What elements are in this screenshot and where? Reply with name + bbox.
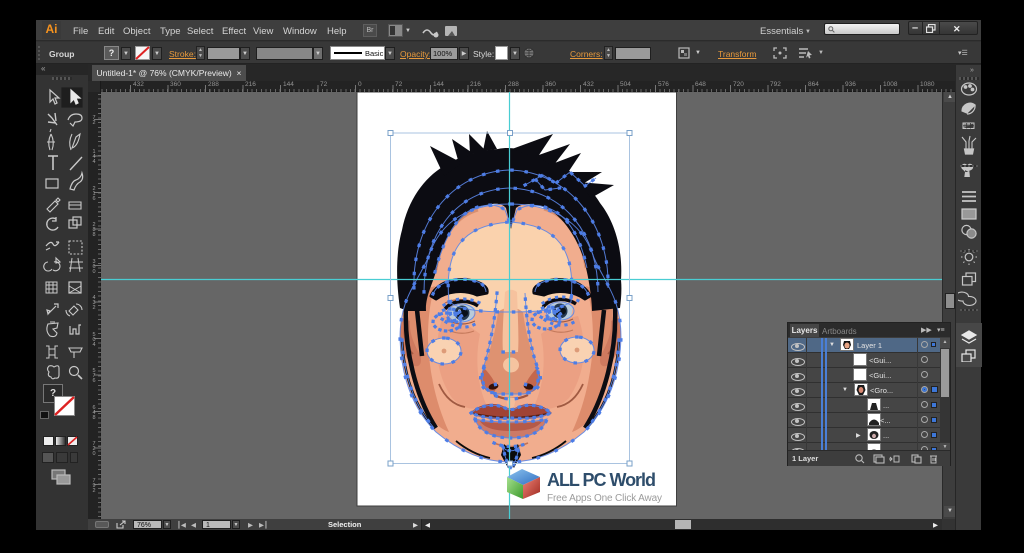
svg-text:ALL PC World: ALL PC World [547,470,656,490]
svg-text:Free Apps One Click Away: Free Apps One Click Away [547,493,662,504]
